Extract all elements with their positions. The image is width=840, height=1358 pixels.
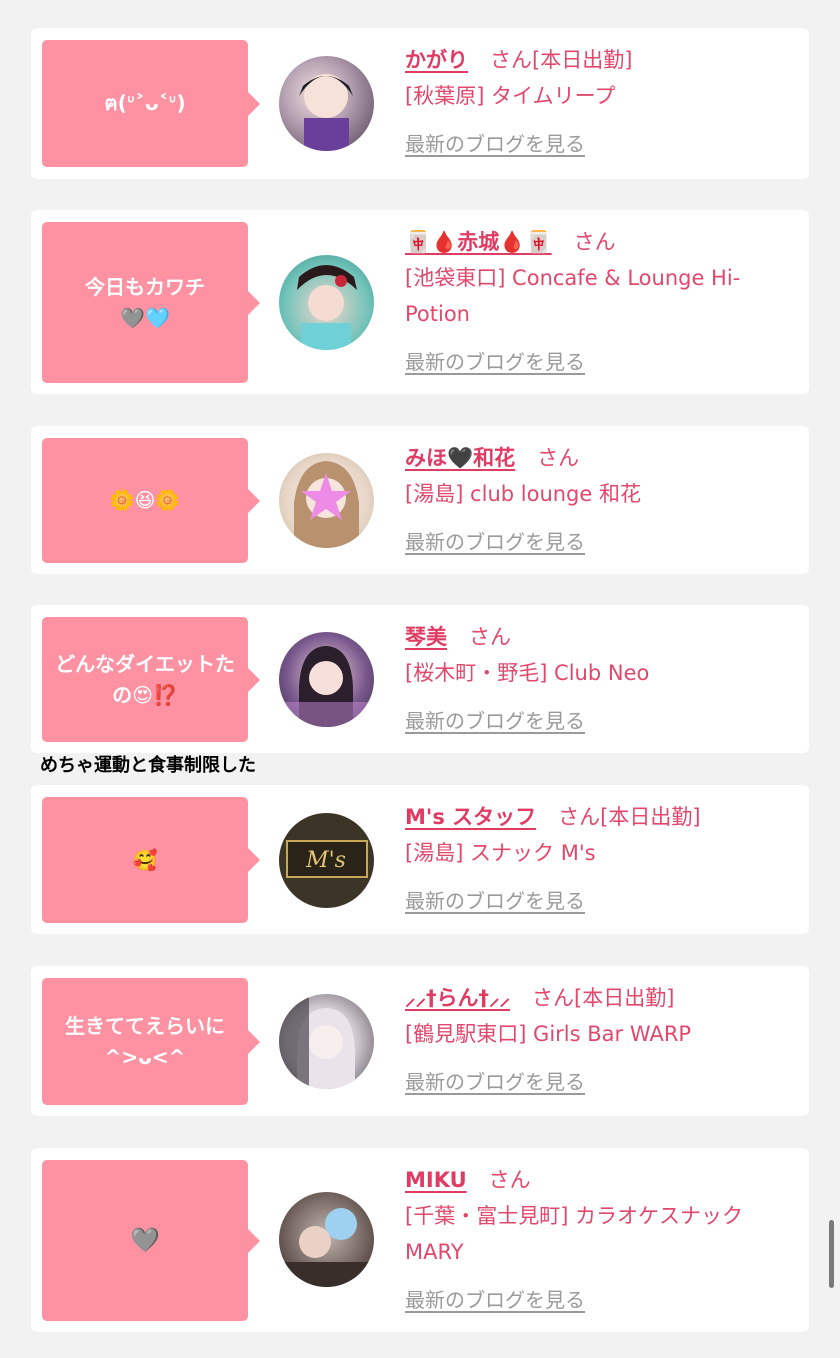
bubble-text: 今日もカワチ <box>85 274 205 299</box>
avatar[interactable]: M's <box>279 813 374 908</box>
bubble-text: どんなダイエットたの😍⁉️ <box>55 651 235 707</box>
honorific: さん <box>532 986 574 1010</box>
cast-card[interactable]: ฅ(ᐡ˃ᴗ˂ᐡ) かがり さん[本日出勤] [秋葉原] タイムリープ 最新のブログ… <box>31 28 809 179</box>
svg-text:M's: M's <box>305 848 346 873</box>
name-row: ⸝⸝†らん†⸝⸝ さん[本日出勤] <box>405 980 800 1016</box>
honorific: さん <box>469 625 511 649</box>
cast-info: M's スタッフ さん[本日出勤] [湯島] スナック M's 最新のブログを見る <box>405 799 800 919</box>
cast-card[interactable]: 🌼😆🌼 みほ🖤和花 さん [湯島] club lounge 和花 最新のブログを見… <box>31 426 809 574</box>
message-bubble: どんなダイエットたの😍⁉️ <box>42 617 260 742</box>
cast-info: ⸝⸝†らん†⸝⸝ さん[本日出勤] [鶴見駅東口] Girls Bar WARP … <box>405 980 800 1100</box>
avatar[interactable] <box>279 632 374 727</box>
cast-card[interactable]: どんなダイエットたの😍⁉️ 琴美 さん [桜木町・野毛] Club Neo 最新の… <box>31 605 809 753</box>
scrollbar[interactable] <box>829 1220 834 1288</box>
work-today-badge: [本日出勤] <box>574 986 675 1010</box>
honorific: さん <box>488 1168 531 1192</box>
avatar[interactable] <box>279 1192 374 1287</box>
latest-blog-link[interactable]: 最新のブログを見る <box>405 126 585 162</box>
honorific: さん <box>558 805 601 829</box>
bubble-text: 生きててえらいに ^>ᴗ<^ <box>65 1013 225 1069</box>
message-bubble: ฅ(ᐡ˃ᴗ˂ᐡ) <box>42 40 260 167</box>
cast-name-link[interactable]: ⸝⸝†らん†⸝⸝ <box>405 986 510 1010</box>
cast-name-link[interactable]: 🀄🩸赤城🩸🀄 <box>405 230 552 254</box>
cast-name-link[interactable]: M's スタッフ <box>405 805 536 829</box>
store-name: [千葉・富士見町] カラオケスナック MARY <box>405 1204 744 1264</box>
latest-blog-link[interactable]: 最新のブログを見る <box>405 1282 585 1318</box>
cast-info: MIKU さん [千葉・富士見町] カラオケスナック MARY 最新のブログを見る <box>405 1162 800 1318</box>
honorific: さん <box>573 230 616 254</box>
latest-blog-link[interactable]: 最新のブログを見る <box>405 1064 585 1100</box>
latest-blog-link[interactable]: 最新のブログを見る <box>405 524 585 560</box>
name-row: MIKU さん <box>405 1162 800 1198</box>
store-name: [湯島] スナック M's <box>405 841 596 865</box>
bubble-text: 🥰 <box>132 847 158 872</box>
message-bubble: 今日もカワチ 🩶🩵 <box>42 222 260 383</box>
latest-blog-link[interactable]: 最新のブログを見る <box>405 703 585 739</box>
store-name: [池袋東口] Concafe & Lounge Hi-Potion <box>405 266 741 326</box>
avatar-photo <box>279 1208 374 1287</box>
cast-card[interactable]: 今日もカワチ 🩶🩵 🀄🩸赤城🩸🀄 さん [池袋東口] Concafe & Loun… <box>31 210 809 394</box>
cast-info: 🀄🩸赤城🩸🀄 さん [池袋東口] Concafe & Lounge Hi-Poti… <box>405 224 800 380</box>
avatar[interactable] <box>279 994 374 1089</box>
avatar-photo <box>279 646 374 727</box>
avatar-photo <box>297 265 357 350</box>
bubble-hearts: 🩶🩵 <box>120 305 170 330</box>
honorific: さん <box>537 446 580 470</box>
work-today-badge: [本日出勤] <box>532 48 633 72</box>
name-row: みほ🖤和花 さん <box>405 440 800 476</box>
name-row: 🀄🩸赤城🩸🀄 さん <box>405 224 800 260</box>
store-name: [湯島] club lounge 和花 <box>405 482 641 506</box>
avatar[interactable] <box>279 56 374 151</box>
avatar-photo <box>294 461 359 548</box>
cast-info: 琴美 さん [桜木町・野毛] Club Neo 最新のブログを見る <box>405 619 800 739</box>
name-row: M's スタッフ さん[本日出勤] <box>405 799 800 835</box>
avatar-photo: M's <box>286 840 368 878</box>
cast-card[interactable]: 🩶 MIKU さん [千葉・富士見町] カラオケスナック MARY 最新のブログを… <box>31 1148 809 1332</box>
avatar[interactable] <box>279 453 374 548</box>
store-name: [桜木町・野毛] Club Neo <box>405 661 650 685</box>
cast-name-link[interactable]: みほ🖤和花 <box>405 446 515 470</box>
overflow-bubble-text: めちゃ運動と食事制限した <box>40 755 256 776</box>
cast-name-link[interactable]: MIKU <box>405 1168 467 1192</box>
bubble-text: ฅ(ᐡ˃ᴗ˂ᐡ) <box>104 91 186 115</box>
avatar[interactable] <box>279 255 374 350</box>
avatar-photo <box>299 74 353 151</box>
name-row: かがり さん[本日出勤] <box>405 42 800 78</box>
avatar-photo <box>279 994 355 1089</box>
cast-card[interactable]: 生きててえらいに ^>ᴗ<^ ⸝⸝†らん†⸝⸝ さん[本日出勤] [鶴見駅東口] … <box>31 966 809 1116</box>
cast-name-link[interactable]: 琴美 <box>405 625 447 649</box>
bubble-text: 🩶 <box>130 1226 160 1254</box>
message-bubble: 🥰 <box>42 797 260 923</box>
honorific: さん <box>490 48 532 72</box>
cast-name-link[interactable]: かがり <box>405 48 468 72</box>
latest-blog-link[interactable]: 最新のブログを見る <box>405 883 585 919</box>
latest-blog-link[interactable]: 最新のブログを見る <box>405 344 585 380</box>
message-bubble: 生きててえらいに ^>ᴗ<^ <box>42 978 260 1105</box>
work-today-badge: [本日出勤] <box>600 805 701 829</box>
cast-info: かがり さん[本日出勤] [秋葉原] タイムリープ 最新のブログを見る <box>405 42 800 162</box>
bubble-text: 🌼😆🌼 <box>109 488 181 512</box>
message-bubble: 🌼😆🌼 <box>42 438 260 563</box>
store-name: [鶴見駅東口] Girls Bar WARP <box>405 1022 692 1046</box>
store-name: [秋葉原] タイムリープ <box>405 84 616 108</box>
cast-info: みほ🖤和花 さん [湯島] club lounge 和花 最新のブログを見る <box>405 440 800 560</box>
cast-card[interactable]: 🥰 M's M's スタッフ さん[本日出勤] [湯島] スナック M's 最新の… <box>31 785 809 934</box>
message-bubble: 🩶 <box>42 1160 260 1321</box>
name-row: 琴美 さん <box>405 619 800 655</box>
